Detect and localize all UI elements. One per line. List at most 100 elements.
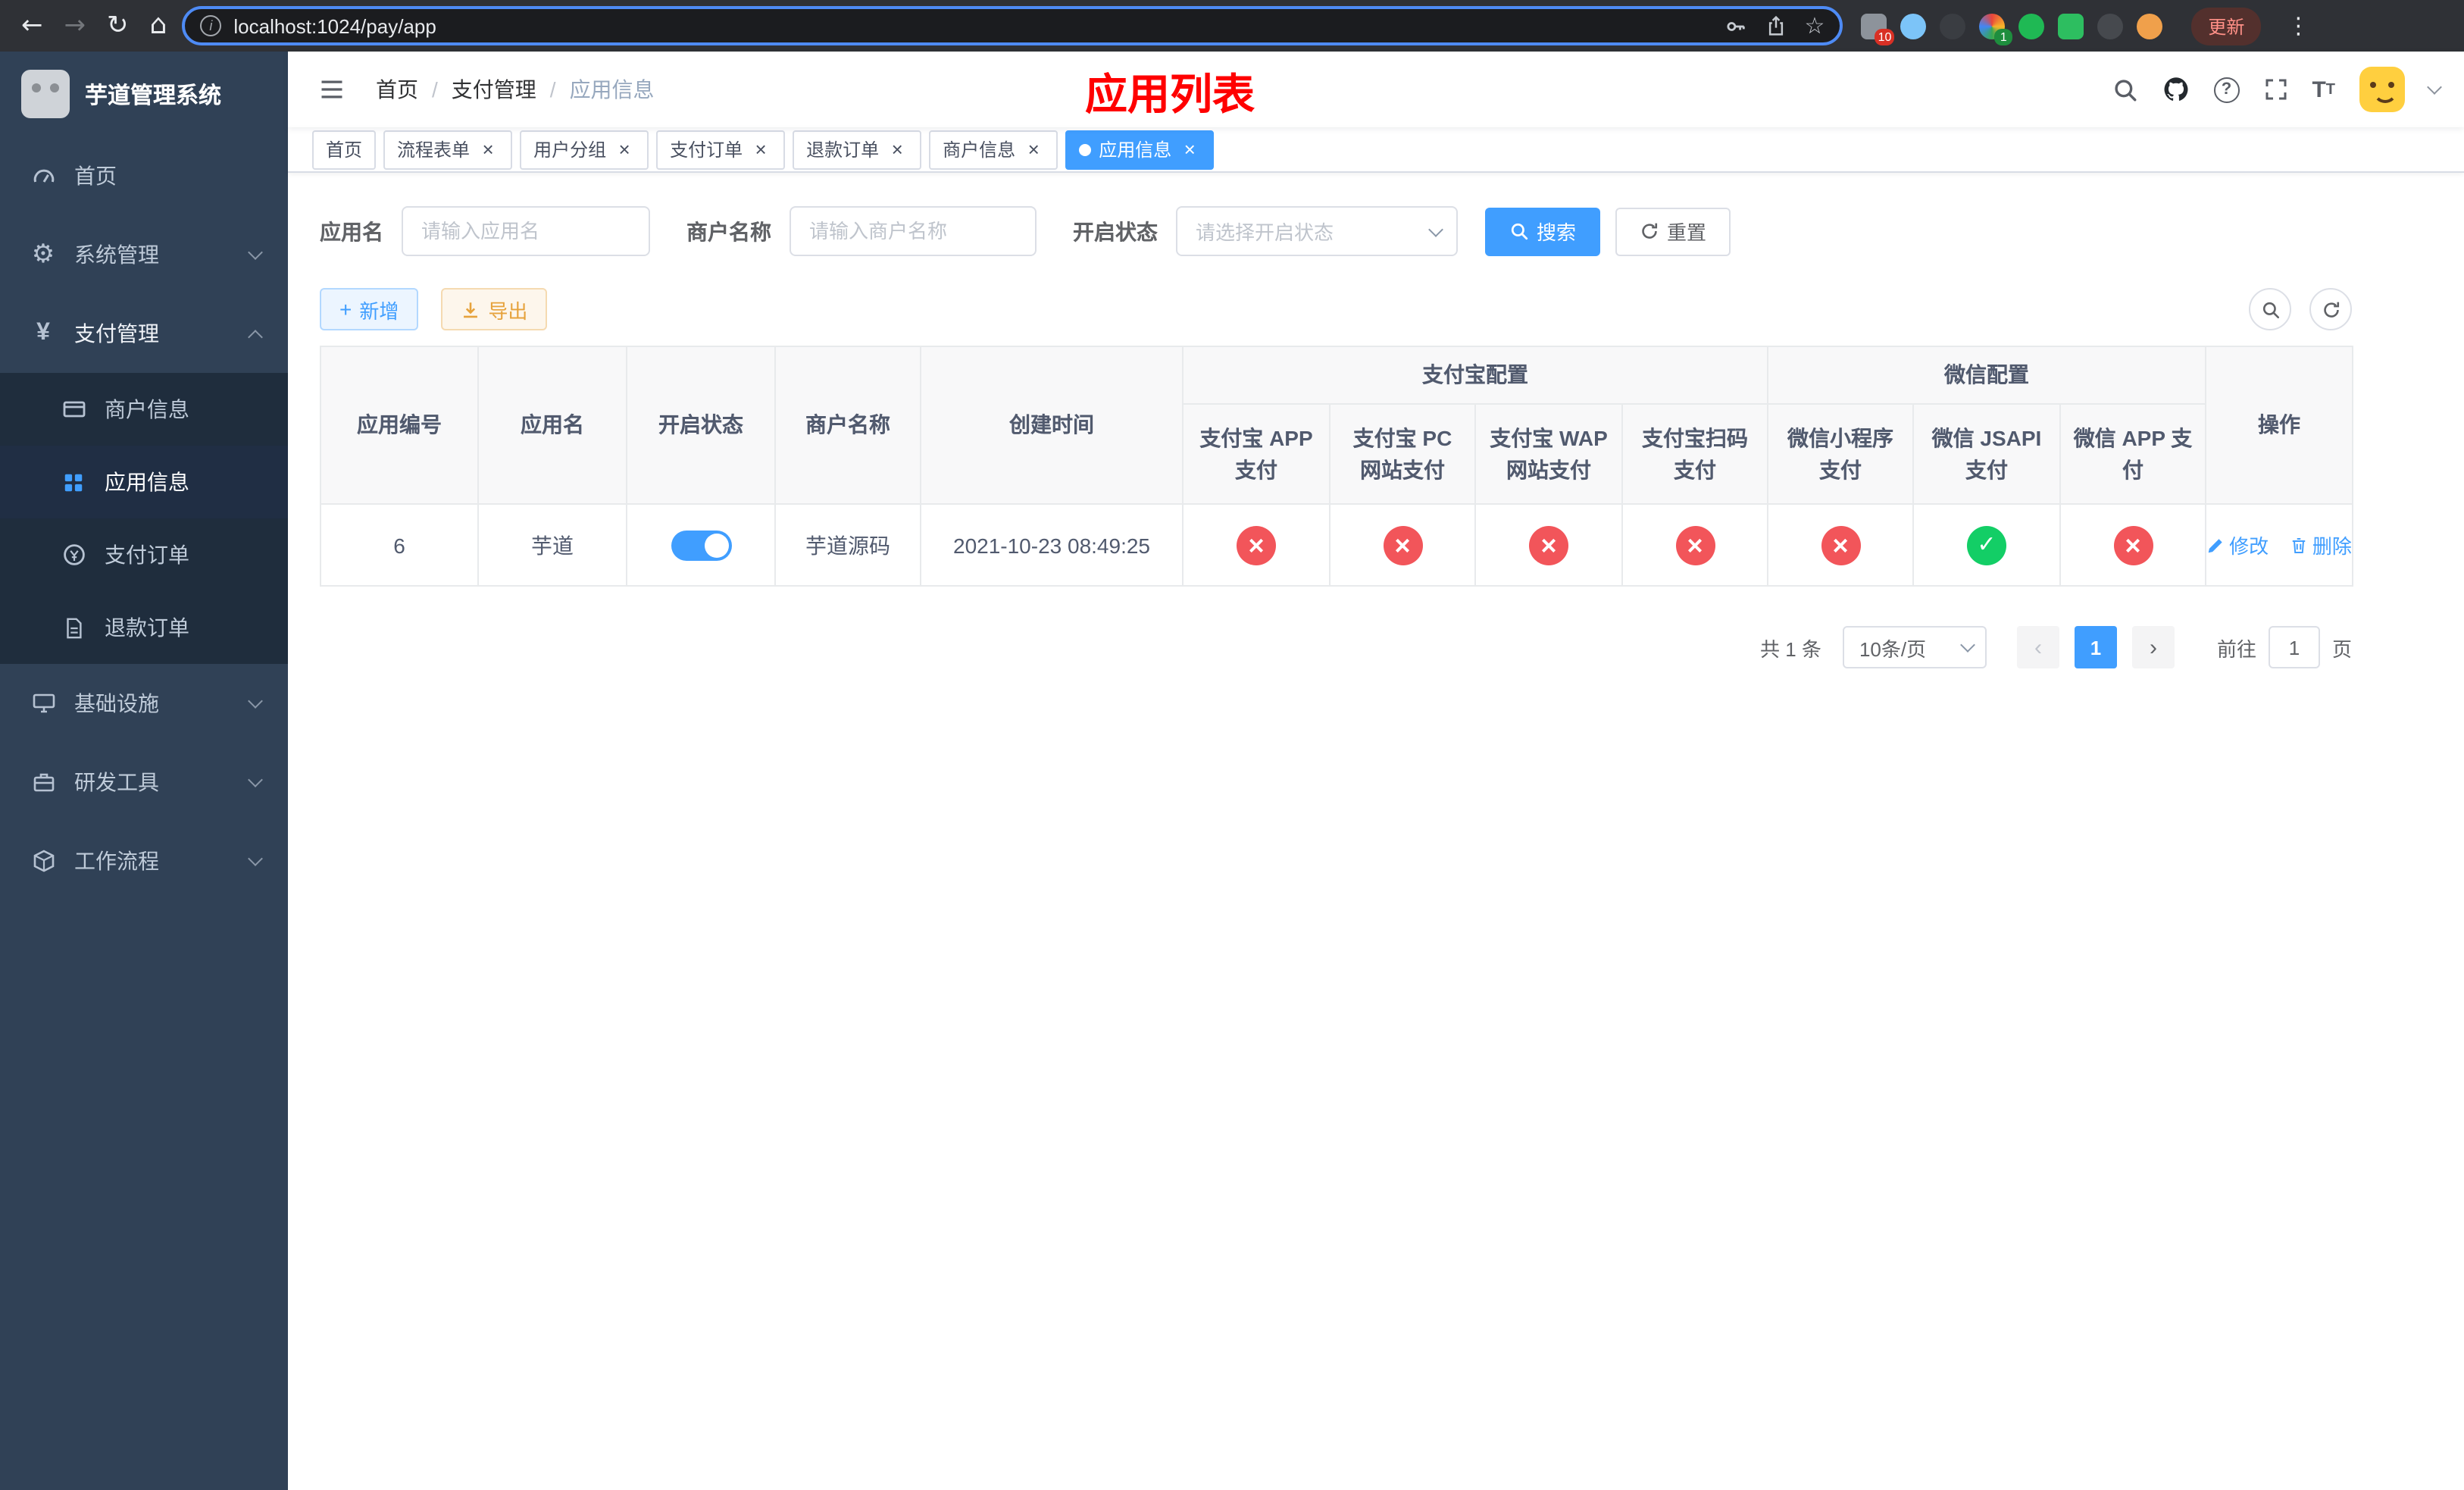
- sidebar-item-app-info[interactable]: 应用信息: [0, 446, 288, 518]
- sidebar-item-infrastructure[interactable]: 基础设施: [0, 664, 288, 743]
- payment-submenu: 商户信息 应用信息 支付订单 退款订单: [0, 373, 288, 664]
- site-info-icon[interactable]: [200, 15, 222, 36]
- ext-puzzle-icon[interactable]: 10: [1861, 13, 1895, 45]
- reset-button[interactable]: 重置: [1615, 207, 1731, 255]
- logo-avatar: [21, 70, 70, 118]
- tab-label: 应用信息: [1099, 139, 1172, 161]
- share-icon[interactable]: [1765, 15, 1786, 36]
- search-button[interactable]: 搜索: [1485, 207, 1601, 255]
- key-icon[interactable]: [1724, 14, 1746, 37]
- breadcrumb-home[interactable]: 首页: [376, 74, 438, 105]
- page-title: 应用列表: [1084, 71, 1255, 118]
- ext-dark-circle-icon[interactable]: [1940, 13, 1966, 39]
- close-icon[interactable]: [1179, 139, 1200, 160]
- ext-pinwheel-icon[interactable]: [2097, 13, 2124, 39]
- status-select[interactable]: 请选择开启状态: [1176, 206, 1458, 256]
- page-size-select[interactable]: 10条/页: [1842, 626, 1987, 668]
- fullscreen-icon[interactable]: [2263, 77, 2287, 102]
- url-text: localhost:1024/pay/app: [233, 14, 436, 37]
- ext-green-square-icon[interactable]: [2058, 13, 2084, 39]
- cell-app-name: 芋道: [477, 503, 627, 587]
- edit-link[interactable]: 修改: [2206, 531, 2269, 559]
- browser-nav-buttons: [12, 12, 182, 39]
- bookmark-star-icon[interactable]: [1804, 13, 1825, 39]
- status-toggle[interactable]: [671, 530, 731, 560]
- status-error-icon: [1383, 525, 1422, 565]
- browser-update-button[interactable]: 更新: [2191, 7, 2262, 45]
- merchant-name-input[interactable]: [790, 206, 1037, 256]
- breadcrumb-payment[interactable]: 支付管理: [452, 74, 556, 105]
- add-button[interactable]: 新增: [320, 288, 419, 330]
- status-select-placeholder: 请选择开启状态: [1196, 221, 1334, 244]
- sidebar-item-dev-tools[interactable]: 研发工具: [0, 743, 288, 822]
- sidebar-item-workflow[interactable]: 工作流程: [0, 822, 288, 900]
- home-icon[interactable]: [150, 12, 167, 39]
- tab-app-info[interactable]: 应用信息: [1065, 130, 1215, 169]
- close-icon[interactable]: [614, 139, 635, 160]
- toggle-search-button[interactable]: [2249, 288, 2291, 330]
- search-icon[interactable]: [2112, 77, 2137, 102]
- sidebar-item-home[interactable]: 首页: [0, 136, 288, 215]
- close-icon[interactable]: [886, 139, 908, 160]
- ext-colorful-icon[interactable]: 1: [1979, 13, 2013, 45]
- hamburger-icon[interactable]: [312, 70, 352, 109]
- col-wechat-mini: 微信小程序支付: [1767, 403, 1914, 505]
- reset-button-label: 重置: [1667, 221, 1707, 244]
- export-button[interactable]: 导出: [441, 288, 548, 330]
- close-icon[interactable]: [1023, 139, 1044, 160]
- toolbar-right: [2249, 288, 2352, 330]
- tabs-bar: 首页 流程表单 用户分组 支付订单 退款订单: [288, 127, 2464, 173]
- sidebar-item-system[interactable]: 系统管理: [0, 215, 288, 294]
- tab-user-group[interactable]: 用户分组: [520, 130, 649, 169]
- tab-process-form[interactable]: 流程表单: [383, 130, 513, 169]
- cell-created: 2021-10-23 08:49:25: [920, 503, 1184, 587]
- tab-home[interactable]: 首页: [312, 130, 377, 169]
- back-icon[interactable]: [21, 13, 43, 39]
- cube-icon: [30, 849, 56, 873]
- export-button-label: 导出: [488, 299, 528, 322]
- forward-icon[interactable]: [64, 13, 86, 39]
- browser-menu-icon[interactable]: [2287, 14, 2309, 37]
- tab-merchant-info[interactable]: 商户信息: [929, 130, 1058, 169]
- sidebar-item-refund-orders[interactable]: 退款订单: [0, 591, 288, 664]
- app-name-label: 应用名: [320, 219, 383, 243]
- ext-drop-icon[interactable]: [1900, 13, 1927, 39]
- reload-icon[interactable]: [107, 13, 129, 39]
- next-page-button[interactable]: [2131, 626, 2175, 668]
- address-bar[interactable]: localhost:1024/pay/app: [182, 6, 1843, 45]
- github-icon[interactable]: [2162, 76, 2189, 103]
- app-name-input[interactable]: [402, 206, 650, 256]
- chevron-up-icon: [248, 329, 263, 344]
- order-icon: [61, 543, 86, 567]
- close-icon[interactable]: [477, 139, 499, 160]
- prev-page-button[interactable]: [2016, 626, 2059, 668]
- goto-page-input[interactable]: [2268, 626, 2320, 668]
- col-group-wechat: 微信配置: [1767, 346, 2206, 405]
- pencil-icon: [2208, 538, 2222, 552]
- ext-face-icon[interactable]: [2137, 13, 2163, 39]
- sidebar-logo[interactable]: 芋道管理系统: [0, 52, 288, 136]
- refresh-table-button[interactable]: [2309, 288, 2352, 330]
- font-size-icon[interactable]: [2312, 77, 2335, 102]
- tab-refund-orders[interactable]: 退款订单: [793, 130, 922, 169]
- sidebar-item-merchant-info[interactable]: 商户信息: [0, 373, 288, 446]
- sidebar-item-label: 退款订单: [105, 615, 189, 640]
- user-avatar[interactable]: [2359, 67, 2405, 112]
- add-button-label: 新增: [359, 299, 399, 322]
- help-icon[interactable]: [2213, 77, 2240, 102]
- active-tab-dot: [1079, 143, 1092, 155]
- ext-green-circle-icon[interactable]: [2018, 13, 2045, 39]
- close-icon[interactable]: [750, 139, 771, 160]
- cell-alipay-scan: [1621, 503, 1768, 587]
- sidebar-item-payment-orders[interactable]: 支付订单: [0, 518, 288, 591]
- delete-link[interactable]: 删除: [2290, 531, 2352, 559]
- cell-wechat-app: [2059, 503, 2206, 587]
- status-error-icon: [2113, 525, 2153, 565]
- page-1-button[interactable]: 1: [2074, 626, 2117, 668]
- sidebar-item-label: 基础设施: [74, 691, 159, 715]
- avatar-caret-icon[interactable]: [2427, 79, 2442, 94]
- sidebar-item-payment[interactable]: 支付管理: [0, 294, 288, 373]
- tab-payment-orders[interactable]: 支付订单: [656, 130, 786, 169]
- sidebar-item-label: 应用信息: [105, 470, 189, 494]
- tab-label: 首页: [326, 139, 363, 161]
